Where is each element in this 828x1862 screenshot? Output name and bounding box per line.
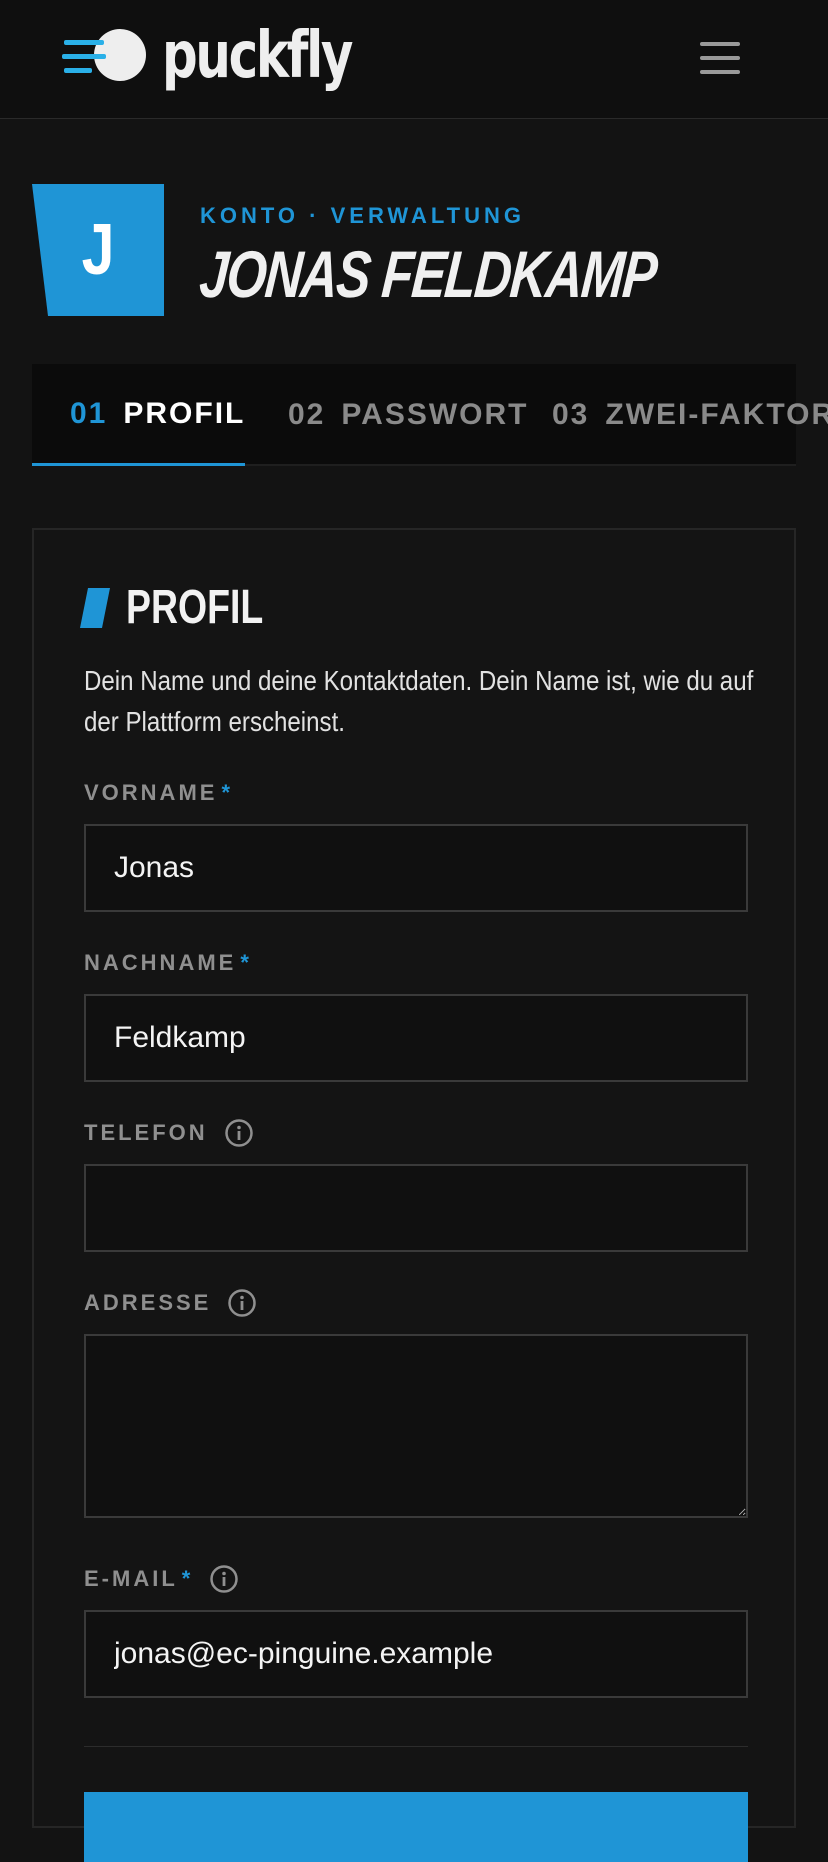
info-icon[interactable] xyxy=(224,1118,254,1148)
brand-logo[interactable]: puckfly xyxy=(62,18,404,94)
hamburger-icon xyxy=(700,42,740,46)
address-label: ADRESSE xyxy=(84,1288,257,1318)
tab-label: PASSWORT xyxy=(341,398,529,431)
required-marker: * xyxy=(221,780,234,805)
phone-input[interactable] xyxy=(84,1164,748,1252)
phone-label: TELEFON xyxy=(84,1118,254,1148)
card-description: Dein Name und deine Kontaktdaten. Dein N… xyxy=(84,665,754,737)
first-name-input[interactable] xyxy=(84,824,748,912)
last-name-label: NACHNAME * xyxy=(84,950,252,975)
profile-card: PROFIL Dein Name und deine Kontaktdaten.… xyxy=(32,528,796,1862)
brand-name: puckfly xyxy=(162,19,353,93)
avatar-initial: J xyxy=(81,210,115,290)
email-input[interactable] xyxy=(84,1610,748,1698)
required-marker: * xyxy=(181,1566,194,1591)
top-bar: puckfly xyxy=(0,0,828,119)
divider xyxy=(84,1746,748,1747)
accent-bar-icon xyxy=(80,587,110,628)
tab-number: 02 xyxy=(288,398,326,431)
menu-button[interactable] xyxy=(692,36,748,80)
tab-passwort[interactable]: 02 PASSWORT xyxy=(288,364,528,466)
required-marker: * xyxy=(240,950,252,975)
tab-profil[interactable]: 01 PROFIL xyxy=(32,364,245,466)
user-name-heading: JONAS FELDKAMP xyxy=(196,237,659,311)
tab-label: PROFIL xyxy=(123,396,246,430)
card-heading: PROFIL xyxy=(80,580,302,635)
tab-number: 03 xyxy=(552,398,590,431)
tab-label: ZWEI-FAKTOR xyxy=(605,398,828,431)
info-icon[interactable] xyxy=(227,1288,257,1318)
section-eyebrow: KONTO · VERWALTUNG xyxy=(200,203,525,228)
info-icon[interactable] xyxy=(209,1564,239,1594)
address-textarea[interactable] xyxy=(84,1334,748,1518)
save-button[interactable] xyxy=(84,1792,748,1862)
tab-zwei-faktor[interactable]: 03 ZWEI-FAKTOR xyxy=(552,364,828,466)
card-title: PROFIL xyxy=(126,581,264,634)
settings-tabs: 01 PROFIL 02 PASSWORT 03 ZWEI-FAKTOR xyxy=(32,364,828,466)
tab-number: 01 xyxy=(70,396,108,430)
first-name-label: VORNAME * xyxy=(84,780,234,805)
last-name-input[interactable] xyxy=(84,994,748,1082)
avatar: J xyxy=(32,184,164,316)
email-label: E-MAIL * xyxy=(84,1564,239,1594)
puck-logo-icon xyxy=(62,26,146,86)
